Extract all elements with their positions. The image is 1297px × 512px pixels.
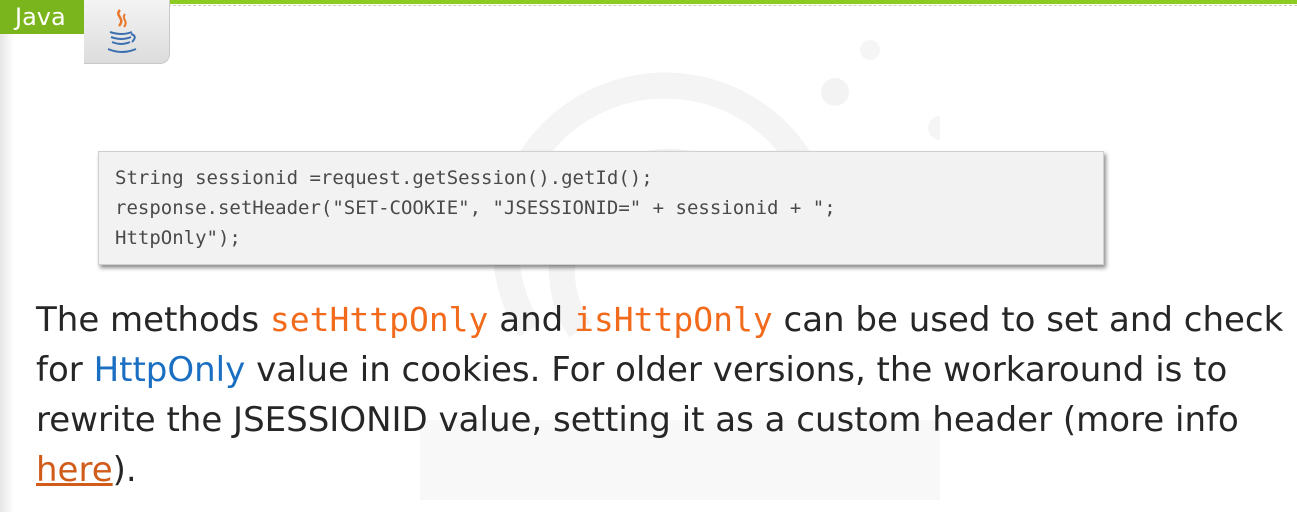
code-line: response.setHeader("SET-COOKIE", "JSESSI… (115, 197, 836, 219)
httponly-term: HttpOnly (93, 350, 246, 390)
top-dashed-rule (108, 5, 1297, 6)
language-tag-label: Java (15, 3, 66, 31)
left-edge-shadow (0, 34, 14, 512)
java-logo-box (84, 0, 170, 64)
java-coffee-cup-icon (107, 9, 137, 53)
paragraph-text: ). (112, 450, 137, 490)
paragraph-text: The methods (36, 300, 270, 340)
language-tag: Java (0, 0, 170, 64)
code-snippet: String sessionid =request.getSession().g… (98, 151, 1104, 265)
code-line: String sessionid =request.getSession().g… (115, 167, 653, 189)
more-info-link[interactable]: here (36, 450, 113, 490)
code-line: HttpOnly"); (115, 227, 241, 249)
paragraph-text: and (488, 300, 575, 340)
top-accent-rule (0, 0, 1297, 4)
language-tag-label-box: Java (0, 0, 84, 34)
explanation-paragraph: The methods setHttpOnly and isHttpOnly c… (36, 295, 1286, 495)
method-name-ishttponly: isHttpOnly (574, 300, 773, 339)
method-name-sethttponly: setHttpOnly (269, 300, 489, 339)
